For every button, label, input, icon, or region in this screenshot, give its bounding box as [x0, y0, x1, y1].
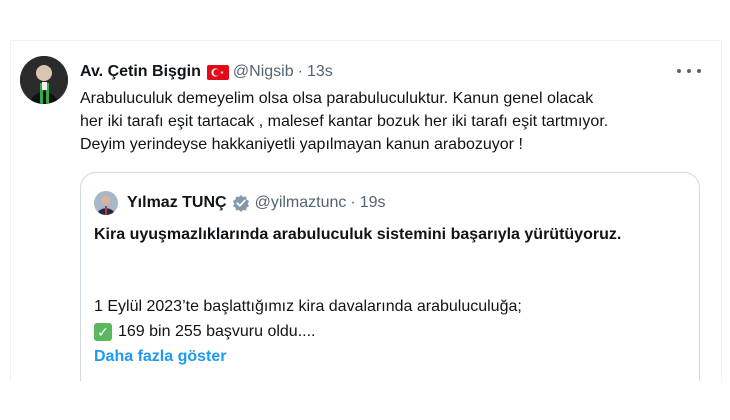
quoted-author-handle[interactable]: @yilmaztunc [255, 194, 347, 212]
tweet-card[interactable]: Av. Çetin Bişgin @Nigsib · 13s Arabulucu… [10, 40, 722, 381]
quoted-tweet[interactable]: Yılmaz TUNÇ @yilmaztunc · 19s Kira uyuşm… [80, 172, 700, 381]
quoted-author-avatar[interactable] [94, 191, 118, 215]
tweet-header: Av. Çetin Bişgin @Nigsib · 13s [80, 61, 333, 83]
author-handle[interactable]: @Nigsib [233, 63, 294, 81]
author-name[interactable]: Av. Çetin Bişgin [80, 63, 201, 81]
tweet-text: Arabuluculuk demeyelim olsa olsa parabul… [80, 90, 609, 153]
quoted-timestamp[interactable]: 19s [360, 194, 386, 212]
quoted-text-line-content: 169 bin 255 başvuru oldu.... [118, 323, 316, 340]
quoted-text-line: 1 Eylül 2023’te başlattığımız kira daval… [94, 298, 522, 315]
separator-dot: · [350, 194, 356, 211]
author-avatar[interactable] [20, 56, 68, 104]
more-options-icon[interactable] [677, 61, 701, 81]
quoted-headline: Kira uyuşmazlıklarında arabuluculuk sist… [94, 226, 622, 243]
check-mark-icon: ✓ [94, 323, 112, 341]
quoted-text-line: ✓ 169 bin 255 başvuru oldu.... [94, 323, 315, 341]
quoted-author-name[interactable]: Yılmaz TUNÇ [127, 194, 227, 212]
show-more-link[interactable]: Daha fazla göster [94, 348, 226, 366]
government-verified-badge-icon [232, 194, 250, 212]
tweet-timestamp[interactable]: 13s [307, 63, 333, 81]
turkey-flag-icon [206, 64, 229, 80]
quoted-header: Yılmaz TUNÇ @yilmaztunc · 19s [127, 192, 386, 214]
separator-dot: · [297, 63, 303, 80]
